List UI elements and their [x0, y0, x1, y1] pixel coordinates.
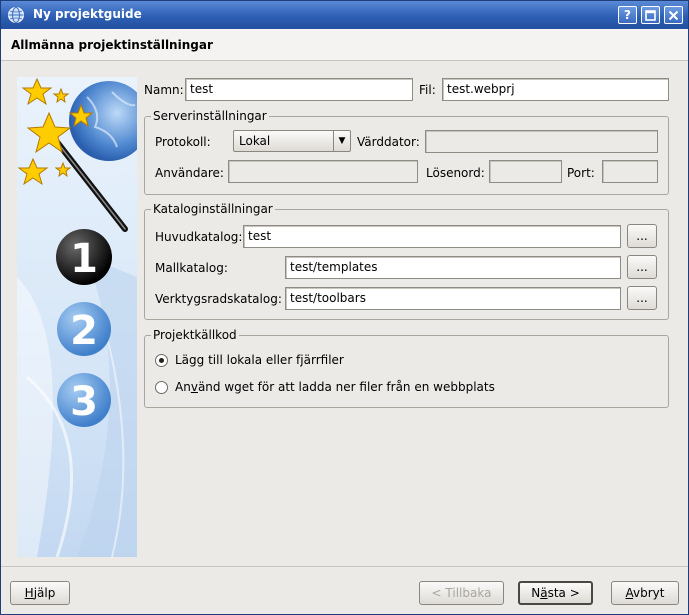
source-option-wget-label: Använd wget för att ladda ner filer från… — [175, 380, 495, 394]
maximize-icon — [645, 10, 656, 21]
source-option-wget-radio[interactable] — [155, 381, 168, 394]
catalog-settings-title: Kataloginställningar — [151, 202, 275, 216]
step-2-label: 2 — [70, 308, 98, 354]
protocol-select[interactable]: Lokal ▼ — [233, 130, 351, 152]
template-catalog-input[interactable]: test/templates — [285, 256, 621, 279]
password-label: Lösenord: — [426, 166, 485, 180]
main-catalog-browse-button[interactable]: ... — [627, 224, 657, 248]
back-button[interactable]: < Tillbaka — [419, 581, 504, 605]
file-input[interactable]: test.webprj — [442, 78, 669, 101]
help-title-button[interactable]: ? — [618, 6, 637, 24]
wizard-content: 1 2 3 Namn: test Fil: test.webprj Server… — [1, 61, 688, 566]
wizard-sidebar-image: 1 2 3 — [17, 77, 137, 557]
close-button[interactable] — [664, 6, 683, 24]
cancel-button[interactable]: Avbryt — [611, 581, 679, 605]
window-title: Ny projektguide — [33, 7, 142, 21]
catalog-settings-group: Kataloginställningar Huvudkatalog: test … — [144, 202, 669, 320]
port-input[interactable] — [602, 160, 658, 183]
server-settings-group: Serverinställningar Protokoll: Lokal ▼ V… — [144, 109, 669, 195]
template-catalog-label: Mallkatalog: — [155, 261, 228, 275]
chevron-down-icon: ▼ — [333, 131, 350, 151]
page-heading: Allmänna projektinställningar — [1, 29, 688, 61]
toolbar-catalog-label: Verktygsradskatalog: — [155, 292, 282, 306]
help-button[interactable]: Hjälp — [10, 581, 70, 605]
step-1-indicator: 1 — [56, 229, 112, 285]
user-label: Användare: — [155, 166, 224, 180]
step-3-label: 3 — [70, 379, 98, 425]
globe-icon[interactable] — [7, 6, 25, 24]
button-bar: Hjälp < Tillbaka Nästa > Avbryt — [1, 566, 688, 614]
file-label: Fil: — [419, 83, 436, 97]
close-icon — [668, 10, 679, 21]
page-title: Allmänna projektinställningar — [11, 38, 213, 52]
project-source-group: Projektkällkod Lägg till lokala eller fj… — [144, 328, 669, 408]
step-1-label: 1 — [70, 236, 98, 282]
protocol-label: Protokoll: — [155, 135, 211, 149]
server-settings-title: Serverinställningar — [151, 109, 269, 123]
step-2-indicator: 2 — [57, 302, 111, 356]
toolbar-catalog-input[interactable]: test/toolbars — [285, 287, 621, 310]
main-catalog-input[interactable]: test — [243, 225, 621, 248]
port-label: Port: — [567, 166, 595, 180]
toolbar-catalog-browse-button[interactable]: ... — [627, 286, 657, 310]
protocol-value: Lokal — [239, 134, 271, 148]
source-option-local-radio[interactable] — [155, 354, 168, 367]
user-input[interactable] — [228, 160, 418, 183]
main-catalog-label: Huvudkatalog: — [155, 230, 243, 244]
password-input[interactable] — [489, 160, 562, 183]
host-input[interactable] — [425, 130, 658, 153]
source-option-local[interactable]: Lägg till lokala eller fjärrfiler — [154, 352, 554, 370]
project-source-title: Projektkällkod — [151, 328, 239, 342]
wizard-window: Ny projektguide ? Allmänna projektinstäl… — [0, 0, 689, 615]
template-catalog-browse-button[interactable]: ... — [627, 255, 657, 279]
host-label: Värddator: — [357, 135, 420, 149]
next-button[interactable]: Nästa > — [518, 581, 593, 605]
name-label: Namn: — [144, 83, 184, 97]
source-option-local-label: Lägg till lokala eller fjärrfiler — [175, 353, 344, 367]
maximize-button[interactable] — [641, 6, 660, 24]
title-bar[interactable]: Ny projektguide ? — [1, 1, 688, 29]
step-3-indicator: 3 — [57, 373, 111, 427]
name-input[interactable]: test — [185, 78, 413, 101]
source-option-wget[interactable]: Använd wget för att ladda ner filer från… — [154, 379, 654, 397]
